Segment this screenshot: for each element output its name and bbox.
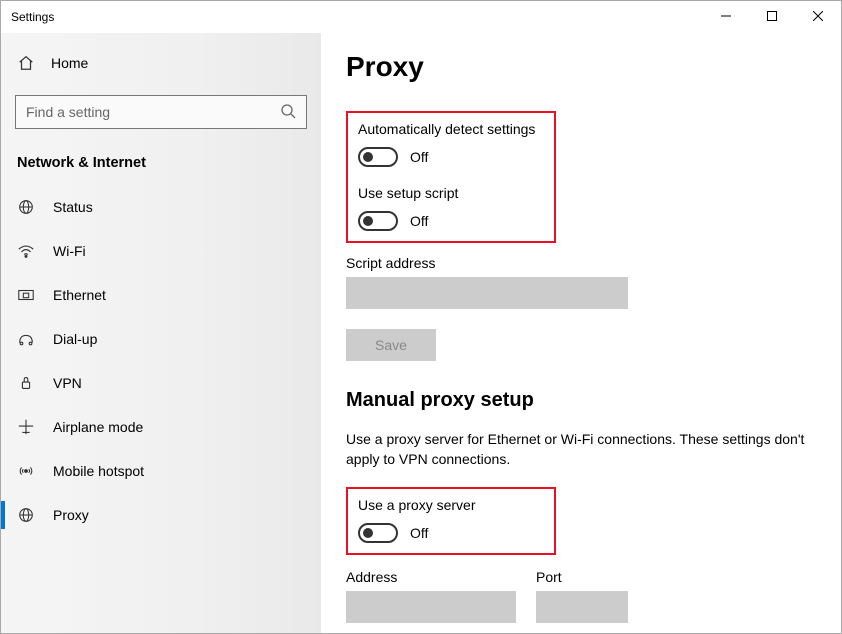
sidebar-item-airplane[interactable]: Airplane mode	[1, 405, 321, 449]
home-icon	[17, 54, 35, 72]
use-proxy-toggle[interactable]	[358, 523, 398, 543]
content-area: Proxy Automatically detect settings Off …	[321, 33, 841, 633]
manual-description: Use a proxy server for Ethernet or Wi-Fi…	[346, 430, 806, 469]
sidebar: Home Network & Internet Status Wi-Fi E	[1, 33, 321, 633]
sidebar-item-label: Mobile hotspot	[53, 463, 144, 479]
sidebar-item-label: Airplane mode	[53, 419, 143, 435]
home-nav[interactable]: Home	[1, 43, 321, 83]
sidebar-item-label: Dial-up	[53, 331, 97, 347]
maximize-button[interactable]	[749, 1, 795, 31]
window-title: Settings	[11, 10, 54, 24]
sidebar-item-status[interactable]: Status	[1, 185, 321, 229]
sidebar-item-wifi[interactable]: Wi-Fi	[1, 229, 321, 273]
manual-heading: Manual proxy setup	[346, 389, 816, 412]
address-input[interactable]	[346, 591, 516, 623]
sidebar-item-label: VPN	[53, 375, 82, 391]
use-proxy-state: Off	[410, 525, 428, 541]
sidebar-item-vpn[interactable]: VPN	[1, 361, 321, 405]
highlight-manual-section: Use a proxy server Off	[346, 487, 556, 555]
auto-detect-label: Automatically detect settings	[358, 121, 544, 137]
auto-detect-state: Off	[410, 149, 428, 165]
highlight-automatic-section: Automatically detect settings Off Use se…	[346, 111, 556, 243]
port-input[interactable]	[536, 591, 628, 623]
setup-script-toggle[interactable]	[358, 211, 398, 231]
sidebar-item-hotspot[interactable]: Mobile hotspot	[1, 449, 321, 493]
wifi-icon	[17, 242, 35, 260]
script-address-label: Script address	[346, 255, 816, 271]
vpn-icon	[17, 374, 35, 392]
page-title: Proxy	[346, 51, 816, 83]
address-label: Address	[346, 569, 516, 585]
home-label: Home	[51, 55, 88, 71]
sidebar-item-proxy[interactable]: Proxy	[1, 493, 321, 537]
search-box[interactable]	[15, 95, 307, 129]
setup-script-state: Off	[410, 213, 428, 229]
save-button[interactable]: Save	[346, 329, 436, 361]
auto-detect-toggle[interactable]	[358, 147, 398, 167]
dialup-icon	[17, 330, 35, 348]
setup-script-label: Use setup script	[358, 185, 544, 201]
port-label: Port	[536, 569, 628, 585]
sidebar-item-label: Status	[53, 199, 93, 215]
sidebar-item-dialup[interactable]: Dial-up	[1, 317, 321, 361]
script-address-input[interactable]	[346, 277, 628, 309]
minimize-button[interactable]	[703, 1, 749, 31]
close-button[interactable]	[795, 1, 841, 31]
sidebar-item-label: Proxy	[53, 507, 89, 523]
search-input[interactable]	[26, 104, 280, 120]
sidebar-item-ethernet[interactable]: Ethernet	[1, 273, 321, 317]
ethernet-icon	[17, 286, 35, 304]
sidebar-item-label: Ethernet	[53, 287, 106, 303]
hotspot-icon	[17, 462, 35, 480]
sidebar-item-label: Wi-Fi	[53, 243, 86, 259]
status-icon	[17, 198, 35, 216]
search-icon	[280, 103, 296, 122]
section-label: Network & Internet	[17, 155, 321, 171]
window-controls	[703, 1, 841, 31]
use-proxy-label: Use a proxy server	[358, 497, 544, 513]
airplane-icon	[17, 418, 35, 436]
proxy-icon	[17, 506, 35, 524]
